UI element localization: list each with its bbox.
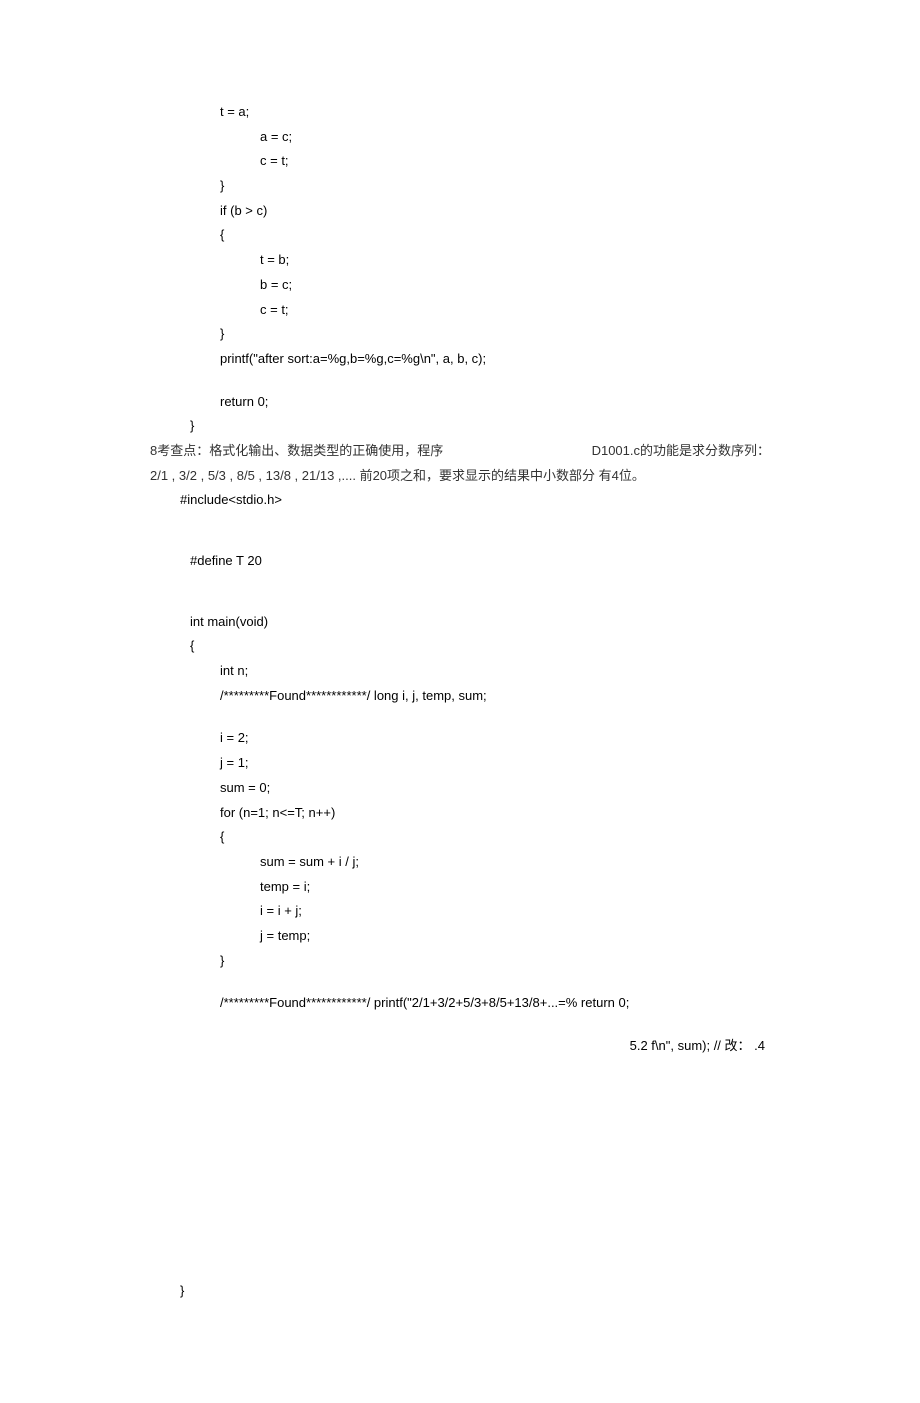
code-line: { bbox=[150, 223, 770, 248]
code-line: return 0; bbox=[150, 390, 770, 415]
code-line: } bbox=[150, 949, 770, 974]
prose-line: 2/1 , 3/2 , 5/3 , 8/5 , 13/8 , 21/13 ,..… bbox=[150, 464, 770, 489]
prose-left: 8考查点：格式化输出、数据类型的正确使用，程序 bbox=[150, 439, 443, 464]
code-line: sum = sum + i / j; bbox=[150, 850, 770, 875]
code-line: int main(void) bbox=[150, 610, 770, 635]
code-line: int n; bbox=[150, 659, 770, 684]
code-line: i = i + j; bbox=[150, 899, 770, 924]
code-line: { bbox=[150, 634, 770, 659]
prose-right: D1001.c的功能是求分数序列： bbox=[592, 439, 770, 464]
code-line: c = t; bbox=[150, 298, 770, 323]
code-line: } bbox=[150, 322, 770, 347]
code-line: { bbox=[150, 825, 770, 850]
code-line: } bbox=[150, 414, 770, 439]
code-line: c = t; bbox=[150, 149, 770, 174]
document-page: t = a; a = c; c = t; } if (b > c) { t = … bbox=[0, 0, 920, 1403]
code-line: sum = 0; bbox=[150, 776, 770, 801]
code-line: j = temp; bbox=[150, 924, 770, 949]
code-line: if (b > c) bbox=[150, 199, 770, 224]
code-line: #define T 20 bbox=[150, 549, 770, 574]
code-line: t = a; bbox=[150, 100, 770, 125]
code-line: 5.2 f\n", sum); // 改： .4 bbox=[150, 1034, 765, 1059]
code-line: } bbox=[150, 1279, 770, 1304]
code-line: printf("after sort:a=%g,b=%g,c=%g\n", a,… bbox=[150, 347, 770, 372]
code-line: temp = i; bbox=[150, 875, 770, 900]
code-line: } bbox=[150, 174, 770, 199]
code-line: t = b; bbox=[150, 248, 770, 273]
code-line: for (n=1; n<=T; n++) bbox=[150, 801, 770, 826]
code-line: /*********Found************/ long i, j, … bbox=[150, 684, 770, 709]
code-line: a = c; bbox=[150, 125, 770, 150]
code-line: /*********Found************/ printf("2/1… bbox=[150, 991, 770, 1016]
code-line: #include<stdio.h> bbox=[150, 488, 770, 513]
question-prose: 8考查点：格式化输出、数据类型的正确使用，程序 D1001.c的功能是求分数序列… bbox=[150, 439, 770, 488]
code-line: j = 1; bbox=[150, 751, 770, 776]
code-line: b = c; bbox=[150, 273, 770, 298]
code-line: i = 2; bbox=[150, 726, 770, 751]
